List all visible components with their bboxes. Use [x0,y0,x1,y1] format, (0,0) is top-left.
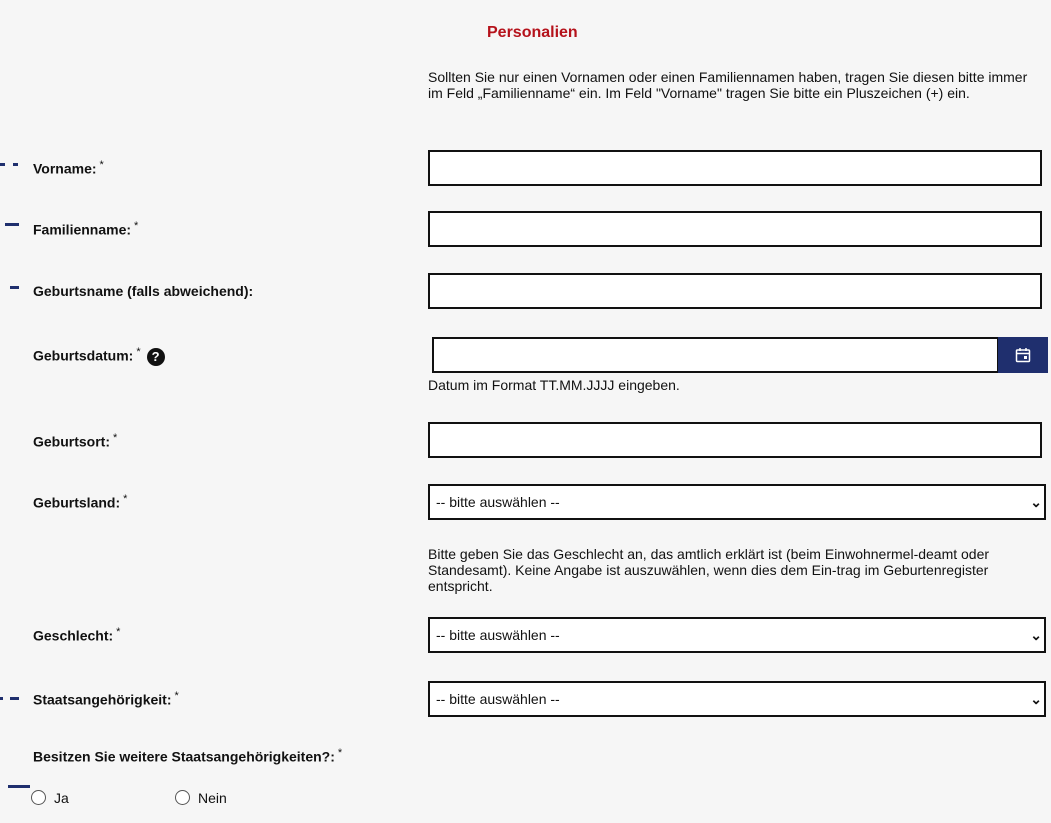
geburtsland-label: Geburtsland: * [33,493,128,511]
section-title: Personalien [487,24,578,41]
date-hint: Datum im Format TT.MM.JJJJ eingeben. [428,377,680,393]
dash-marker [0,697,3,700]
geburtsname-input[interactable] [428,273,1042,309]
geburtsort-input[interactable] [428,422,1042,458]
geburtsort-label: Geburtsort: * [33,432,118,450]
vorname-input[interactable] [428,150,1042,186]
geschlecht-select[interactable]: -- bitte auswählen -- ⌄ [428,617,1046,653]
dash-marker [8,785,30,788]
gender-hint: Bitte geben Sie das Geschlecht an, das a… [428,546,990,594]
help-icon[interactable]: ? [146,347,165,366]
geburtsland-value: -- bitte auswählen -- [436,494,560,510]
radio-circle[interactable] [175,790,190,806]
geschlecht-label: Geschlecht: * [33,626,121,644]
weitere-label: Besitzen Sie weitere Staatsangehörigkeit… [33,747,343,765]
radio-circle[interactable] [31,790,46,806]
staatsangehoerigkeit-select[interactable]: -- bitte auswählen -- ⌄ [428,681,1046,717]
geschlecht-value: -- bitte auswählen -- [436,627,560,643]
dash-marker [10,697,19,700]
staatsangehoerigkeit-label: Staatsangehörigkeit: * [33,690,179,708]
staatsangehoerigkeit-value: -- bitte auswählen -- [436,691,560,707]
calendar-icon [1015,348,1031,363]
dash-marker [0,163,5,166]
geburtsdatum-input[interactable] [432,337,999,373]
radio-ja[interactable]: Ja [31,789,69,807]
name-hint: Sollten Sie nur einen Vornamen oder eine… [428,69,1028,101]
familienname-label: Familienname: * [33,220,139,238]
radio-nein[interactable]: Nein [175,789,227,807]
dash-marker [10,286,19,289]
geburtsname-label: Geburtsname (falls abweichend): [33,283,254,299]
radio-ja-label: Ja [54,789,69,806]
chevron-down-icon: ⌄ [1030,691,1042,707]
chevron-down-icon: ⌄ [1030,494,1042,510]
geburtsdatum-label: Geburtsdatum: *? [33,346,165,366]
dash-marker [5,223,19,226]
calendar-button[interactable] [998,337,1048,373]
dash-marker [13,163,18,166]
geburtsland-select[interactable]: -- bitte auswählen -- ⌄ [428,484,1046,520]
chevron-down-icon: ⌄ [1030,627,1042,643]
vorname-label: Vorname: * [33,159,104,177]
familienname-input[interactable] [428,211,1042,247]
radio-nein-label: Nein [198,789,227,806]
